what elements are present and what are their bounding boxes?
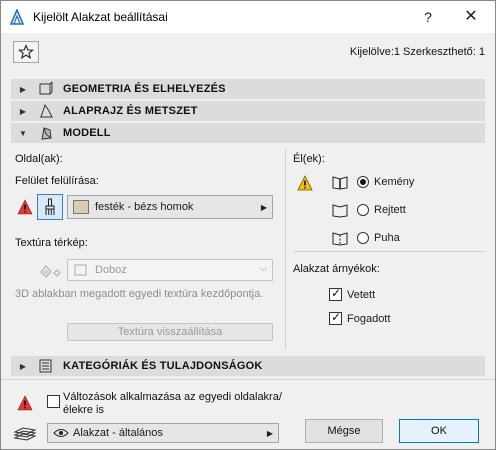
warning-icon xyxy=(17,395,33,411)
surface-override-toggle[interactable] xyxy=(37,194,63,220)
texture-mapping-value: Doboz xyxy=(95,264,127,276)
texture-mapping-dropdown[interactable]: Doboz ⌵ xyxy=(67,259,273,281)
edge-option-hard[interactable]: Kemény xyxy=(331,174,414,190)
column-divider xyxy=(285,149,286,349)
star-icon xyxy=(18,44,34,60)
edge-radio-hidden[interactable] xyxy=(357,204,369,216)
section-geometry[interactable]: ▶ GEOMETRIA ÉS ELHELYEZÉS xyxy=(11,79,485,99)
section-label: MODELL xyxy=(63,127,111,139)
edges-divider xyxy=(293,251,485,252)
edge-label: Puha xyxy=(374,232,400,244)
window-title: Kijelölt Alakzat beállításai xyxy=(33,10,168,24)
edge-radio-hard[interactable] xyxy=(357,176,369,188)
hidden-edge-icon xyxy=(332,204,348,218)
dialog-window: Kijelölt Alakzat beállításai ? ✕ Kijelöl… xyxy=(0,0,496,450)
shadow-receive-label: Fogadott xyxy=(347,312,391,325)
expand-arrow-icon: ▶ xyxy=(19,361,27,371)
shadow-cast-label: Vetett xyxy=(347,288,376,301)
warning-icon xyxy=(297,175,313,191)
title-bar: Kijelölt Alakzat beállításai ? ✕ xyxy=(1,1,495,33)
paint-brush-icon xyxy=(45,198,55,215)
favorites-button[interactable] xyxy=(13,41,39,63)
view-favorites-value: Alakzat - általános xyxy=(73,427,163,439)
footer-divider xyxy=(1,379,495,380)
expand-arrow-icon: ▶ xyxy=(19,84,27,94)
material-swatch xyxy=(73,200,89,214)
box-icon xyxy=(74,264,87,276)
texture-map-label: Textúra térkép: xyxy=(15,237,88,249)
section-label: ALAPRAJZ ÉS METSZET xyxy=(63,105,198,117)
shadow-receive-checkbox[interactable] xyxy=(329,310,342,325)
texture-pattern-icon xyxy=(40,265,61,278)
reset-texture-button[interactable]: Textúra visszaállítása xyxy=(67,323,273,341)
edge-label: Rejtett xyxy=(374,204,406,216)
eye-icon xyxy=(53,429,69,437)
cancel-button[interactable]: Mégse xyxy=(305,419,383,443)
warning-icon xyxy=(17,199,33,215)
popup-arrow-icon: ▶ xyxy=(260,202,267,212)
archicad-logo-icon xyxy=(9,9,25,25)
section-plan-and-section[interactable]: ▶ ALAPRAJZ ÉS METSZET xyxy=(11,101,485,121)
surface-material-value: festék - bézs homok xyxy=(95,201,194,213)
popup-arrow-icon: ▶ xyxy=(266,428,273,438)
edge-option-soft[interactable]: Puha xyxy=(331,230,400,246)
selection-info: Kijelölve:1 Szerkeszthető: 1 xyxy=(349,46,485,58)
section-label: KATEGÓRIÁK ÉS TULAJDONSÁGOK xyxy=(63,360,263,372)
section-categories[interactable]: ▶ KATEGÓRIÁK ÉS TULAJDONSÁGOK xyxy=(11,356,485,376)
edge-radio-soft[interactable] xyxy=(357,232,369,244)
favorites-stack-icon xyxy=(13,427,37,441)
texture-description: 3D ablakban megadott egyedi textúra kezd… xyxy=(15,288,264,300)
surface-override-label: Felület felülírása: xyxy=(15,175,99,187)
edge-option-hidden[interactable]: Rejtett xyxy=(331,202,406,218)
plan-section-icon xyxy=(37,103,55,119)
shadow-cast-checkbox[interactable] xyxy=(329,286,342,301)
apply-to-sides-checkbox[interactable] xyxy=(47,395,60,408)
collapse-arrow-icon: ▼ xyxy=(19,128,27,138)
shadow-receive-option[interactable]: Fogadott xyxy=(329,310,391,325)
geometry-icon xyxy=(37,81,55,97)
edges-label: Él(ek): xyxy=(293,153,325,165)
shadow-cast-option[interactable]: Vetett xyxy=(329,286,376,301)
expand-arrow-icon: ▶ xyxy=(19,106,27,116)
view-favorites-popup[interactable]: Alakzat - általános ▶ xyxy=(47,423,279,443)
shadows-label: Alakzat árnyékok: xyxy=(293,263,380,275)
properties-list-icon xyxy=(37,358,55,374)
help-button[interactable]: ? xyxy=(419,7,437,27)
edge-label: Kemény xyxy=(374,176,415,188)
soft-edge-icon xyxy=(332,232,348,246)
model-icon xyxy=(37,125,55,141)
ok-button[interactable]: OK xyxy=(399,419,479,443)
hard-edge-icon xyxy=(332,176,348,190)
surface-material-popup[interactable]: festék - bézs homok ▶ xyxy=(67,195,273,219)
chevron-down-icon: ⌵ xyxy=(259,263,267,274)
sides-label: Oldal(ak): xyxy=(15,153,63,165)
close-button[interactable]: ✕ xyxy=(461,7,481,27)
apply-to-sides-label: Változások alkalmazása az egyedi oldalak… xyxy=(63,391,282,416)
section-label: GEOMETRIA ÉS ELHELYEZÉS xyxy=(63,83,226,95)
section-model[interactable]: ▼ MODELL xyxy=(11,123,485,143)
